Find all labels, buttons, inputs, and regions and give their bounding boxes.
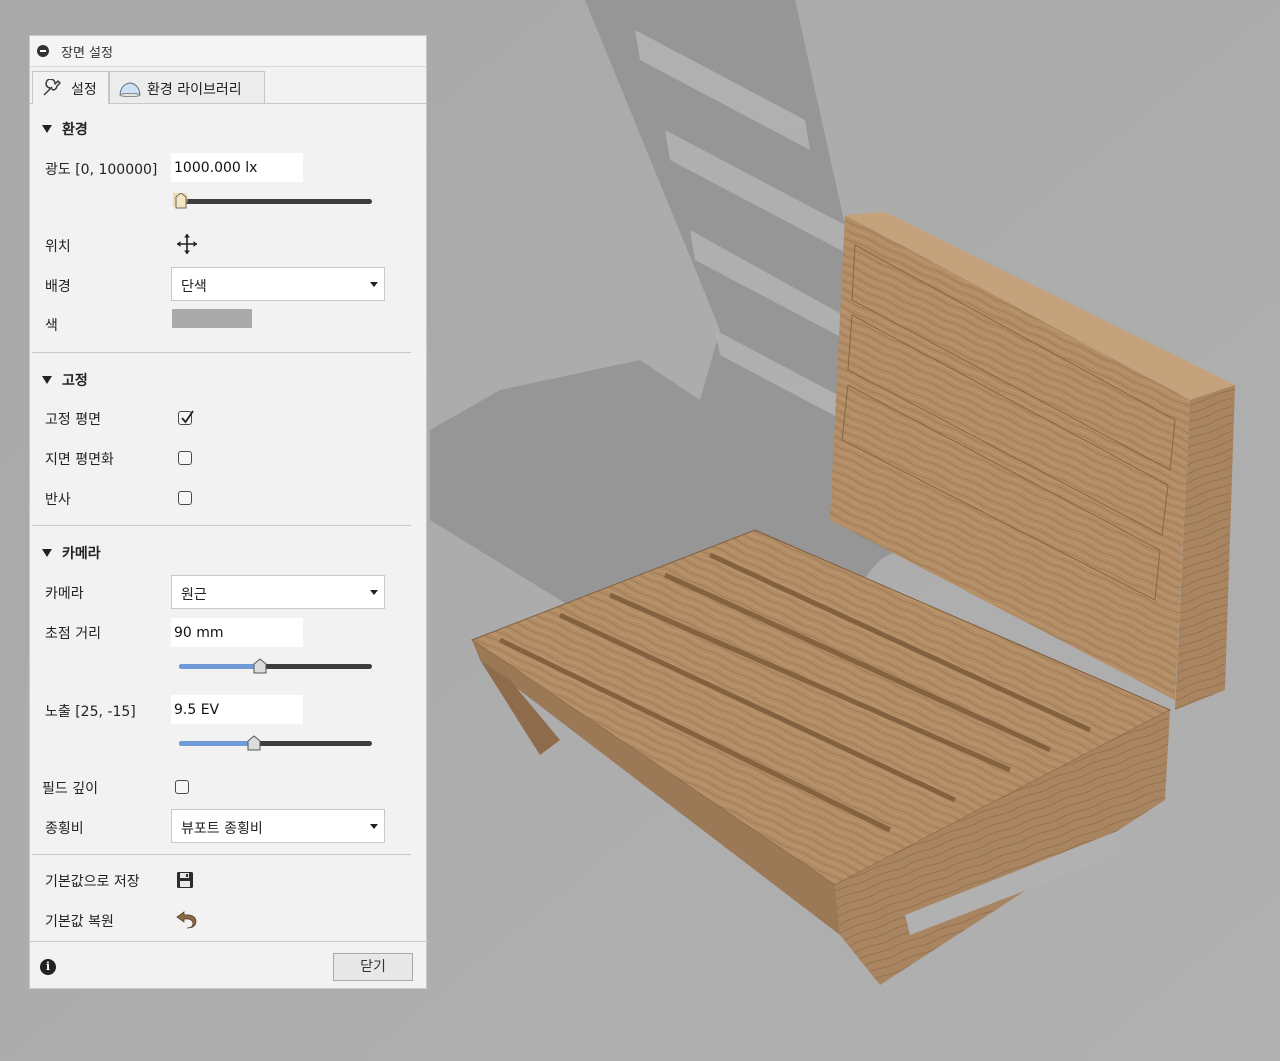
panel-titlebar: 장면 설정 (30, 36, 426, 67)
chevron-down-icon (370, 282, 378, 287)
info-icon[interactable]: i (40, 959, 56, 975)
tab-settings-label: 설정 (71, 82, 97, 98)
background-dropdown-value: 단색 (181, 279, 207, 295)
slider-fill (179, 741, 255, 746)
focal-length-label: 초점 거리 (45, 626, 101, 642)
camera-type-value: 원근 (181, 587, 207, 603)
camera-type-dropdown[interactable]: 원근 (171, 575, 385, 609)
focal-length-input[interactable]: 90 mm (171, 618, 303, 647)
expand-triangle-icon (42, 376, 52, 384)
section-divider (32, 854, 411, 855)
flatten-ground-checkbox[interactable] (178, 451, 192, 465)
environment-dome-icon (119, 81, 141, 101)
section-environment-header[interactable]: 환경 (42, 119, 88, 139)
focal-length-slider[interactable] (179, 658, 372, 674)
camera-label: 카메라 (45, 586, 84, 602)
section-ground-title: 고정 (62, 373, 88, 389)
save-default-label: 기본값으로 저장 (45, 874, 140, 890)
exposure-input[interactable]: 9.5 EV (171, 695, 303, 724)
position-label: 위치 (45, 239, 71, 255)
tab-environment-library[interactable]: 환경 라이브러리 (109, 71, 265, 103)
depth-of-field-checkbox[interactable] (175, 780, 189, 794)
close-button[interactable]: 닫기 (333, 953, 413, 981)
exposure-slider[interactable] (179, 735, 372, 751)
aspect-ratio-dropdown[interactable]: 뷰포트 종횡비 (171, 809, 385, 843)
depth-of-field-label: 필드 깊이 (42, 781, 98, 797)
move-arrows-icon[interactable] (176, 233, 198, 259)
undo-icon[interactable] (176, 909, 198, 933)
save-icon[interactable] (176, 871, 194, 893)
slider-thumb[interactable] (252, 658, 268, 674)
color-label: 색 (45, 318, 58, 334)
slider-thumb[interactable] (246, 735, 262, 751)
slider-thumb[interactable] (172, 193, 189, 209)
brightness-input[interactable]: 1000.000 lx (171, 153, 303, 182)
ground-plane-label: 고정 평면 (45, 412, 101, 428)
slider-track (179, 199, 372, 204)
scene-settings-panel: 장면 설정 설정 환경 라이브러리 환경 광도 [0, 100000] 1000… (29, 35, 428, 989)
restore-default-label: 기본값 복원 (45, 914, 114, 930)
section-camera-title: 카메라 (62, 546, 101, 562)
expand-triangle-icon (42, 549, 52, 557)
tab-environment-library-label: 환경 라이브러리 (147, 82, 242, 98)
brightness-slider[interactable] (172, 193, 372, 209)
wrench-icon (42, 78, 62, 101)
brightness-label: 광도 [0, 100000] (45, 162, 158, 178)
section-ground-header[interactable]: 고정 (42, 370, 88, 390)
section-environment-title: 환경 (62, 122, 88, 138)
panel-title: 장면 설정 (61, 46, 113, 61)
section-divider (32, 352, 411, 353)
tab-settings[interactable]: 설정 (32, 71, 109, 104)
aspect-ratio-value: 뷰포트 종횡비 (181, 821, 263, 837)
background-color-swatch[interactable] (172, 309, 252, 328)
chevron-down-icon (370, 824, 378, 829)
section-divider (32, 525, 411, 526)
reflections-label: 반사 (45, 492, 71, 508)
collapse-panel-icon[interactable] (37, 45, 49, 57)
flatten-ground-label: 지면 평면화 (45, 452, 114, 468)
checkmark-icon (181, 410, 194, 424)
chevron-down-icon (370, 590, 378, 595)
tab-bar: 설정 환경 라이브러리 (30, 67, 426, 104)
background-label: 배경 (45, 279, 71, 295)
footer-divider (30, 941, 428, 942)
ground-plane-checkbox[interactable] (178, 410, 194, 425)
aspect-ratio-label: 종횡비 (45, 821, 84, 837)
reflections-checkbox[interactable] (178, 491, 192, 505)
expand-triangle-icon (42, 125, 52, 133)
background-dropdown[interactable]: 단색 (171, 267, 385, 301)
slider-fill (179, 664, 261, 669)
exposure-label: 노출 [25, -15] (45, 704, 136, 720)
section-camera-header[interactable]: 카메라 (42, 543, 101, 563)
